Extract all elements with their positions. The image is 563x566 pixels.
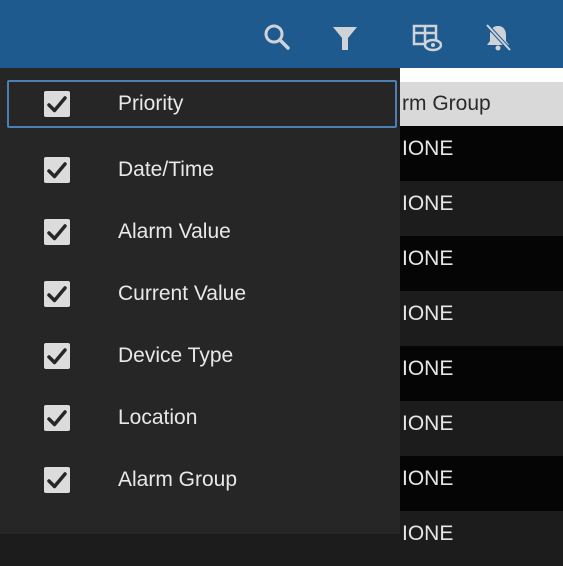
column-option-device-type[interactable]: Device Type <box>8 332 400 380</box>
column-option-date-time[interactable]: Date/Time <box>8 146 400 194</box>
cell-alarm-group: IONE <box>402 247 454 270</box>
cell-alarm-group: IONE <box>402 302 454 325</box>
cell-alarm-group: IONE <box>402 137 454 160</box>
column-chooser-menu: Priority Date/Time Alarm Value Current V… <box>0 68 400 534</box>
bell-muted-icon[interactable] <box>483 22 513 52</box>
column-option-label: Date/Time <box>118 158 215 181</box>
column-option-current-value[interactable]: Current Value <box>8 270 400 318</box>
column-header-alarm-group[interactable]: rm Group <box>402 82 491 126</box>
column-option-alarm-value[interactable]: Alarm Value <box>8 208 400 256</box>
search-icon[interactable] <box>262 22 292 52</box>
cell-alarm-group: IONE <box>402 412 454 435</box>
checkbox-checked-icon[interactable] <box>44 157 70 183</box>
cell-alarm-group: IONE <box>402 192 454 215</box>
column-option-label: Current Value <box>118 282 247 305</box>
cell-alarm-group: IONE <box>402 522 454 545</box>
column-option-location[interactable]: Location <box>8 394 400 442</box>
column-chooser-icon[interactable] <box>412 22 442 52</box>
cell-alarm-group: IONE <box>402 357 454 380</box>
checkbox-checked-icon[interactable] <box>44 405 70 431</box>
toolbar <box>0 0 563 68</box>
checkbox-checked-icon[interactable] <box>44 281 70 307</box>
column-option-label: Alarm Group <box>118 468 238 491</box>
checkbox-checked-icon[interactable] <box>44 91 70 117</box>
column-option-label: Device Type <box>118 344 234 367</box>
checkbox-checked-icon[interactable] <box>44 219 70 245</box>
checkbox-checked-icon[interactable] <box>44 467 70 493</box>
filter-icon[interactable] <box>330 22 360 52</box>
checkbox-checked-icon[interactable] <box>44 343 70 369</box>
cell-alarm-group: IONE <box>402 467 454 490</box>
column-option-alarm-group[interactable]: Alarm Group <box>8 456 400 504</box>
column-option-label: Location <box>118 406 198 429</box>
column-option-label: Priority <box>118 92 184 115</box>
column-option-label: Alarm Value <box>118 220 231 243</box>
column-option-priority[interactable]: Priority <box>7 80 397 128</box>
